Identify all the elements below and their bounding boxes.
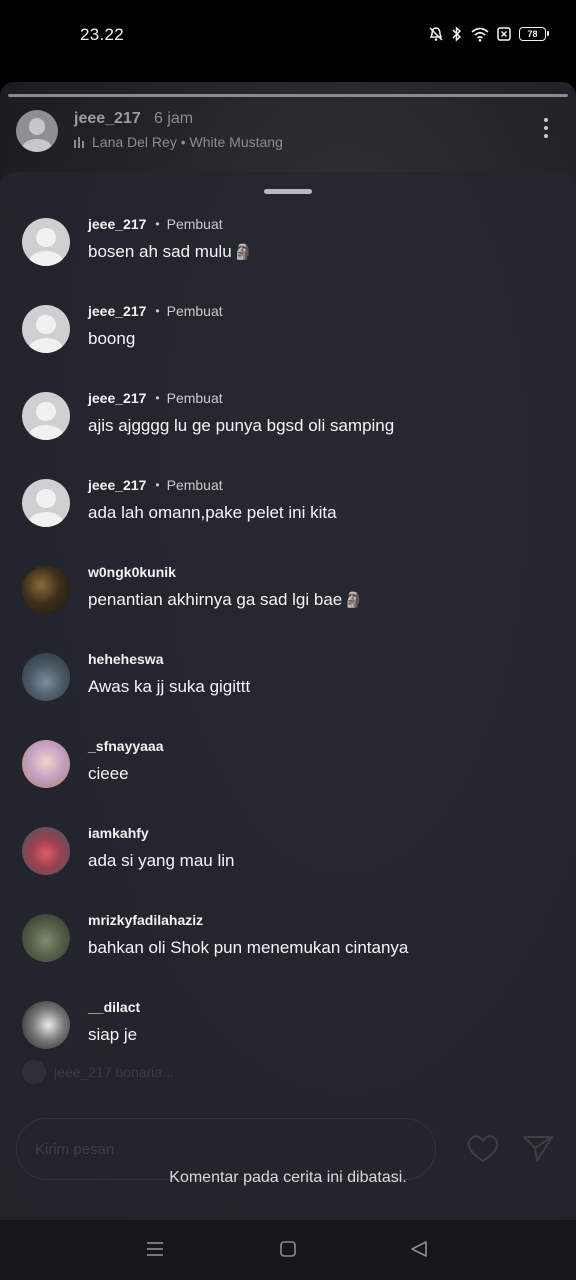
comment-username[interactable]: __dilact — [88, 999, 140, 1015]
music-bars-icon — [74, 136, 84, 148]
comment-username[interactable]: iamkahfy — [88, 825, 149, 841]
status-icons: 78 — [429, 26, 549, 42]
comment-avatar[interactable] — [22, 305, 70, 353]
comment-username[interactable]: jeee_217 — [88, 477, 146, 493]
moai-emoji: 🗿 — [344, 592, 363, 609]
comment-avatar[interactable] — [22, 740, 70, 788]
comment-text-wrap: penantian akhirnya ga sad lgi bae 🗿 — [88, 590, 363, 610]
separator-dot: • — [155, 217, 160, 231]
comment-text: siap je — [88, 1025, 138, 1044]
comment-username[interactable]: mrizkyfadilahaziz — [88, 912, 203, 928]
system-nav-bar — [0, 1220, 576, 1280]
heart-icon — [467, 1135, 499, 1163]
comment-text: cieee — [88, 764, 129, 783]
comment-text-wrap: siap je — [88, 1025, 137, 1045]
mute-icon — [429, 27, 443, 41]
comment-text-wrap: ajis ajgggg lu ge punya bgsd oli samping — [88, 416, 394, 436]
story-username[interactable]: jeee_217 — [74, 110, 141, 128]
creator-badge: Pembuat — [166, 390, 223, 406]
comment-item[interactable]: mrizkyfadilahaziz bahkan oli Shok pun men… — [22, 912, 562, 974]
comment-text: ajis ajgggg lu ge punya bgsd oli samping — [88, 416, 395, 435]
comment-text-wrap: bosen ah sad mulu 🗿 — [88, 242, 252, 262]
comment-author[interactable]: _sfnayyaaa — [88, 738, 164, 754]
comment-item[interactable]: __dilactsiap je — [22, 999, 562, 1061]
bluetooth-icon — [452, 26, 462, 42]
comment-item[interactable]: w0ngk0kunik penantian akhirnya ga sad lgi… — [22, 564, 562, 626]
comment-text: bosen ah sad mulu — [88, 242, 232, 261]
comment-text-wrap: cieee — [88, 764, 129, 784]
status-time: 23.22 — [80, 25, 125, 44]
comment-author[interactable]: mrizkyfadilahaziz — [88, 912, 203, 928]
comment-text: ada si yang mau lin — [88, 851, 235, 870]
comment-item[interactable]: iamkahfy ada si yang mau lin — [22, 825, 562, 887]
comment-author[interactable]: w0ngk0kunik — [88, 564, 176, 580]
seen-by-faint: jeee_217 bonaria... — [22, 1060, 174, 1084]
comment-avatar[interactable] — [22, 566, 70, 614]
moai-emoji: 🗿 — [233, 244, 253, 261]
comment-author[interactable]: heheheswa — [88, 651, 163, 667]
comment-text-wrap: boong — [88, 329, 135, 349]
comment-text-wrap: ada si yang mau lin — [88, 851, 234, 871]
creator-badge: Pembuat — [166, 216, 223, 232]
comment-username[interactable]: jeee_217 — [88, 303, 146, 319]
comment-text-wrap: ada lah omann,pake pelet ini kita — [88, 503, 337, 523]
comment-avatar[interactable] — [22, 218, 70, 266]
comment-avatar[interactable] — [22, 653, 70, 701]
comment-item[interactable]: jeee_217 • Pembuat bosen ah sad mulu 🗿 — [22, 216, 562, 278]
wifi-icon — [471, 27, 489, 42]
comment-avatar[interactable] — [22, 827, 70, 875]
comment-author[interactable]: jeee_217 • Pembuat — [88, 390, 223, 406]
message-input-placeholder: Kirim pesan — [35, 1141, 115, 1158]
story-music[interactable]: Lana Del Rey • White Mustang — [74, 134, 283, 150]
comment-author[interactable]: jeee_217 • Pembuat — [88, 303, 223, 319]
comments-sheet: jeee_217 bonaria... jeee_217 • Pembuat bose… — [0, 172, 576, 1220]
comment-avatar[interactable] — [22, 479, 70, 527]
back-icon[interactable] — [410, 1240, 428, 1258]
comment-username[interactable]: heheheswa — [88, 651, 163, 667]
story-progress-bar — [8, 94, 568, 97]
story-header: jeee_217 6 jam Lana Del Rey • White Must… — [16, 108, 560, 154]
comment-avatar[interactable] — [22, 1001, 70, 1049]
creator-badge: Pembuat — [166, 303, 223, 319]
comment-author[interactable]: __dilact — [88, 999, 140, 1015]
comment-text-wrap: Awas ka jj suka gigittt — [88, 677, 250, 697]
status-bar: 23.22 78 — [0, 0, 576, 72]
creator-badge: Pembuat — [166, 477, 223, 493]
comment-text: penantian akhirnya ga sad lgi bae — [88, 590, 343, 609]
comment-username[interactable]: w0ngk0kunik — [88, 564, 176, 580]
no-sim-icon — [497, 27, 511, 41]
comment-text: bahkan oli Shok pun menemukan cintanya — [88, 938, 409, 957]
comment-item[interactable]: heheheswa Awas ka jj suka gigittt — [22, 651, 562, 713]
story-avatar[interactable] — [16, 110, 58, 152]
comment-username[interactable]: jeee_217 — [88, 390, 146, 406]
comment-text: ada lah omann,pake pelet ini kita — [88, 503, 337, 522]
comment-avatar[interactable] — [22, 392, 70, 440]
comment-text: boong — [88, 329, 136, 348]
comment-item[interactable]: jeee_217 • Pembuat ajis ajgggg lu ge punya … — [22, 390, 562, 452]
story-time: 6 jam — [154, 110, 194, 127]
sheet-drag-handle[interactable] — [264, 189, 312, 194]
comment-text-wrap: bahkan oli Shok pun menemukan cintanya — [88, 938, 408, 958]
comment-username[interactable]: _sfnayyaaa — [88, 738, 164, 754]
separator-dot: • — [155, 391, 160, 405]
comment-author[interactable]: jeee_217 • Pembuat — [88, 216, 223, 232]
menu-icon[interactable] — [146, 1240, 164, 1258]
separator-dot: • — [155, 478, 160, 492]
battery-icon: 78 — [519, 27, 549, 41]
comment-username[interactable]: jeee_217 — [88, 216, 146, 232]
comments-restricted-notice: Komentar pada cerita ini dibatasi. — [169, 1169, 407, 1186]
comment-item[interactable]: _sfnayyaaacieee — [22, 738, 562, 800]
more-options-icon[interactable] — [544, 118, 550, 142]
seen-by-label: jeee_217 bonaria... — [54, 1064, 174, 1080]
separator-dot: • — [155, 304, 160, 318]
comment-author[interactable]: iamkahfy — [88, 825, 149, 841]
comment-text: Awas ka jj suka gigittt — [88, 677, 251, 696]
comment-author[interactable]: jeee_217 • Pembuat — [88, 477, 223, 493]
home-icon[interactable] — [280, 1240, 296, 1258]
comment-avatar[interactable] — [22, 914, 70, 962]
comment-item[interactable]: jeee_217 • Pembuat boong — [22, 303, 562, 365]
send-icon — [523, 1136, 553, 1162]
story-music-label: Lana Del Rey • White Mustang — [92, 134, 283, 150]
comment-item[interactable]: jeee_217 • Pembuat ada lah omann,pake pelet… — [22, 477, 562, 539]
